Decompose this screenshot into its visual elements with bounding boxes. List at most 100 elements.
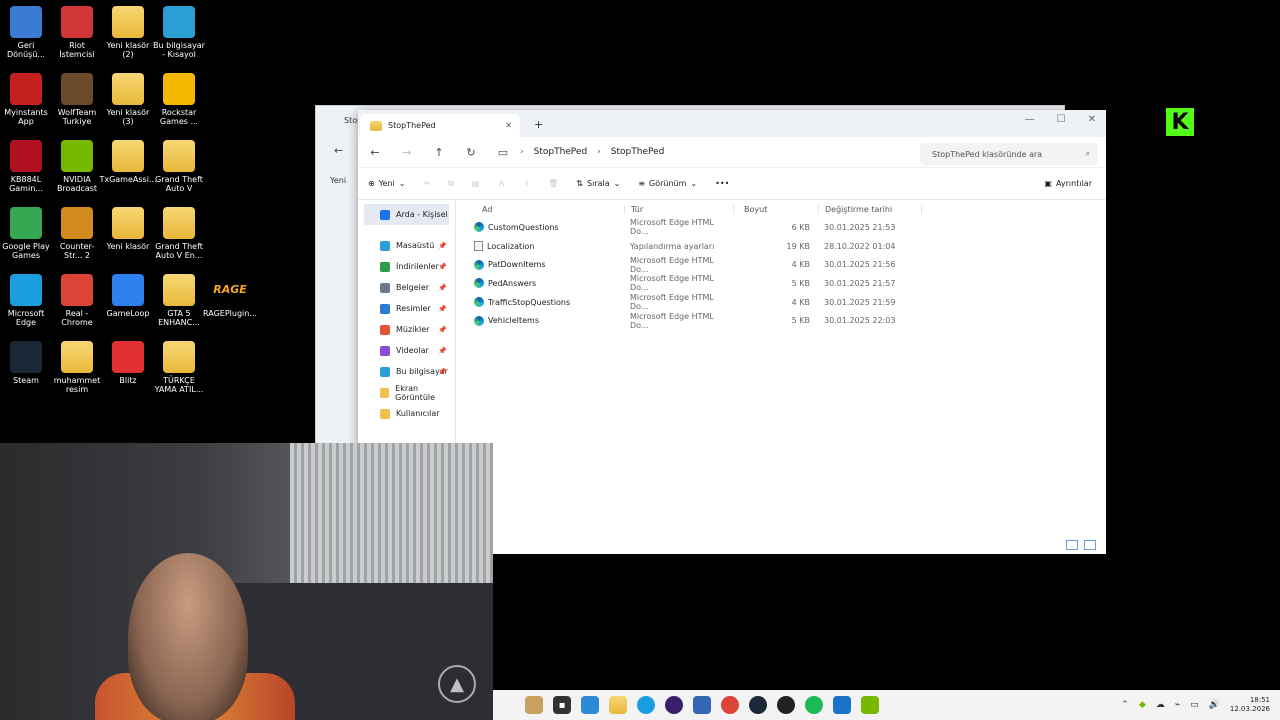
cloud-icon[interactable]: ☁ [1156, 700, 1165, 710]
desktop-icon[interactable]: Grand Theft Auto V [153, 140, 205, 193]
task-view-icon[interactable]: ▪ [553, 696, 571, 714]
nav-item[interactable]: Belgeler 📌 [358, 277, 455, 298]
nav-item[interactable]: İndirilenler 📌 [358, 256, 455, 277]
column-type[interactable]: Tür [624, 204, 733, 214]
desktop-icon[interactable]: Counter-Str... 2 [51, 207, 103, 260]
tiles-view-icon[interactable] [1084, 540, 1096, 550]
close-button[interactable]: ✕ [1088, 114, 1096, 125]
share-icon[interactable]: ⇪ [523, 179, 530, 188]
sort-button[interactable]: ⇅ Sırala ⌄ [576, 179, 620, 188]
nvidia-tray-icon[interactable]: ◆ [1139, 700, 1146, 710]
obs-icon[interactable] [665, 696, 683, 714]
spotify-icon[interactable] [805, 696, 823, 714]
file-row[interactable]: TrafficStopQuestions Microsoft Edge HTML … [456, 293, 1106, 312]
app-icon[interactable] [777, 696, 795, 714]
steam-icon [10, 341, 42, 373]
pin-icon: 📌 [438, 367, 447, 376]
nav-item[interactable]: Bu bilgisayar 📌 [358, 361, 455, 382]
desktop-icon[interactable]: Grand Theft Auto V En... [153, 207, 205, 260]
desktop-icon[interactable]: RAGE RAGEPlugin... [203, 274, 257, 318]
desktop-icon[interactable]: Real - Chrome [51, 274, 103, 327]
clock[interactable]: 18:51 12.03.2026 [1230, 696, 1270, 714]
desktop-icon[interactable]: Steam [0, 341, 52, 385]
desktop-icon[interactable]: Bu bilgisayar - Kısayol [153, 6, 205, 59]
back-icon[interactable]: ← [368, 146, 382, 159]
nav-item[interactable]: Arda - Kişisel [364, 204, 449, 225]
desktop-icon[interactable]: NVIDIA Broadcast [51, 140, 103, 193]
tab-stoptheped[interactable]: StopThePed ✕ [360, 114, 520, 137]
desktop-icon[interactable]: Yeni klasör (2) [102, 6, 154, 59]
desktop-icon[interactable]: Geri Dönüşü... [0, 6, 52, 59]
new-tab-button[interactable]: + [534, 118, 543, 131]
paste-icon[interactable]: ▤ [472, 179, 480, 188]
up-icon[interactable]: ↑ [432, 146, 446, 159]
game-app-icon[interactable] [525, 696, 543, 714]
file-type: Microsoft Edge HTML Do... [630, 255, 714, 274]
breadcrumb-item[interactable]: StopThePed [534, 147, 588, 157]
details-button[interactable]: ▣ Ayrıntılar [1044, 179, 1092, 188]
chevron-down-icon: ⌄ [690, 179, 698, 188]
delete-icon[interactable]: 🗑 [548, 179, 558, 188]
forward-icon[interactable]: → [400, 146, 414, 159]
desktop-icon[interactable]: TÜRKÇE YAMA ATIL... [153, 341, 205, 394]
cut-icon[interactable]: ✂ [423, 179, 430, 188]
column-name[interactable]: Ad [470, 205, 624, 214]
nav-item[interactable]: Resimler 📌 [358, 298, 455, 319]
desktop-icon[interactable]: Yeni klasör (3) [102, 73, 154, 126]
file-row[interactable]: CustomQuestions Microsoft Edge HTML Do...… [456, 218, 1106, 237]
refresh-icon[interactable]: ↻ [464, 146, 478, 159]
rename-icon[interactable]: Ａ [497, 178, 505, 189]
desktop-icon[interactable]: KB884L Gamin... [0, 140, 52, 193]
copy-icon[interactable]: ⧉ [448, 179, 454, 189]
store-bag-icon[interactable] [693, 696, 711, 714]
column-date[interactable]: Değiştirme tarihi [818, 204, 922, 214]
network-icon[interactable]: ▭ [1190, 700, 1199, 710]
desktop-icon[interactable]: Google Play Games [0, 207, 52, 260]
steam-icon[interactable] [749, 696, 767, 714]
column-size[interactable]: Boyut [733, 204, 818, 214]
nav-item[interactable]: Masaüstü 📌 [358, 235, 455, 256]
myinstants-icon [10, 73, 42, 105]
chrome-icon[interactable] [721, 696, 739, 714]
usb-icon[interactable]: ⌁ [1175, 700, 1180, 710]
desktop-icon[interactable]: muhammet resim [51, 341, 103, 394]
breadcrumb-item[interactable]: StopThePed [611, 147, 665, 157]
file-row[interactable]: VehicleItems Microsoft Edge HTML Do... 5 K… [456, 311, 1106, 330]
file-row[interactable]: Localization Yapılandırma ayarları 19 KB 28… [456, 237, 1106, 256]
close-tab-icon[interactable]: ✕ [505, 121, 512, 130]
file-explorer-icon[interactable] [609, 696, 627, 714]
nvidia-icon[interactable] [861, 696, 879, 714]
desktop-icon[interactable]: Rockstar Games ... [153, 73, 205, 126]
desktop-icon[interactable]: TxGameAssi... [99, 140, 157, 184]
nav-item[interactable]: Kullanıcılar [358, 403, 455, 424]
desktop-icon[interactable]: GTA 5 ENHANC... [153, 274, 205, 327]
more-options-button[interactable]: ••• [715, 179, 729, 188]
desktop-icon[interactable]: Riot İstemcisi [51, 6, 103, 59]
search-input[interactable]: StopThePed klasöründe ara ⌕ [920, 143, 1098, 165]
music-icon [380, 324, 390, 335]
desktop-icon[interactable]: GameLoop [102, 274, 154, 318]
desktop-icon[interactable]: Yeni klasör [102, 207, 154, 251]
minimize-button[interactable]: — [1025, 114, 1035, 125]
computer-icon[interactable]: ▭ [496, 146, 510, 159]
file-row[interactable]: PatDownItems Microsoft Edge HTML Do... 4 K… [456, 255, 1106, 274]
view-button[interactable]: ≡ Görünüm ⌄ [638, 179, 697, 188]
store-icon[interactable] [581, 696, 599, 714]
desktop-icon[interactable]: Blitz [102, 341, 154, 385]
desktop-icon[interactable]: Microsoft Edge [0, 274, 52, 327]
new-button[interactable]: ⊕ Yeni ⌄ [368, 179, 405, 188]
nav-item[interactable]: Videolar 📌 [358, 340, 455, 361]
details-view-icon[interactable] [1066, 540, 1078, 550]
nav-item[interactable]: Ekran Görüntüle [358, 382, 455, 403]
maximize-button[interactable]: ☐ [1057, 114, 1066, 125]
chevron-up-icon[interactable]: ⌃ [1121, 700, 1129, 710]
volume-icon[interactable]: 🔊 [1209, 700, 1220, 710]
edge-icon[interactable] [637, 696, 655, 714]
curtain-image [290, 443, 493, 603]
desktop-icon[interactable]: Myinstants App [0, 73, 52, 126]
photos-icon[interactable] [833, 696, 851, 714]
desktop-icon[interactable]: WolfTeam Turkiye [51, 73, 103, 126]
nav-item[interactable]: Müzikler 📌 [358, 319, 455, 340]
column-headers: Ad Tür Boyut Değiştirme tarihi [456, 200, 1106, 218]
file-row[interactable]: PedAnswers Microsoft Edge HTML Do... 5 KB 3… [456, 274, 1106, 293]
